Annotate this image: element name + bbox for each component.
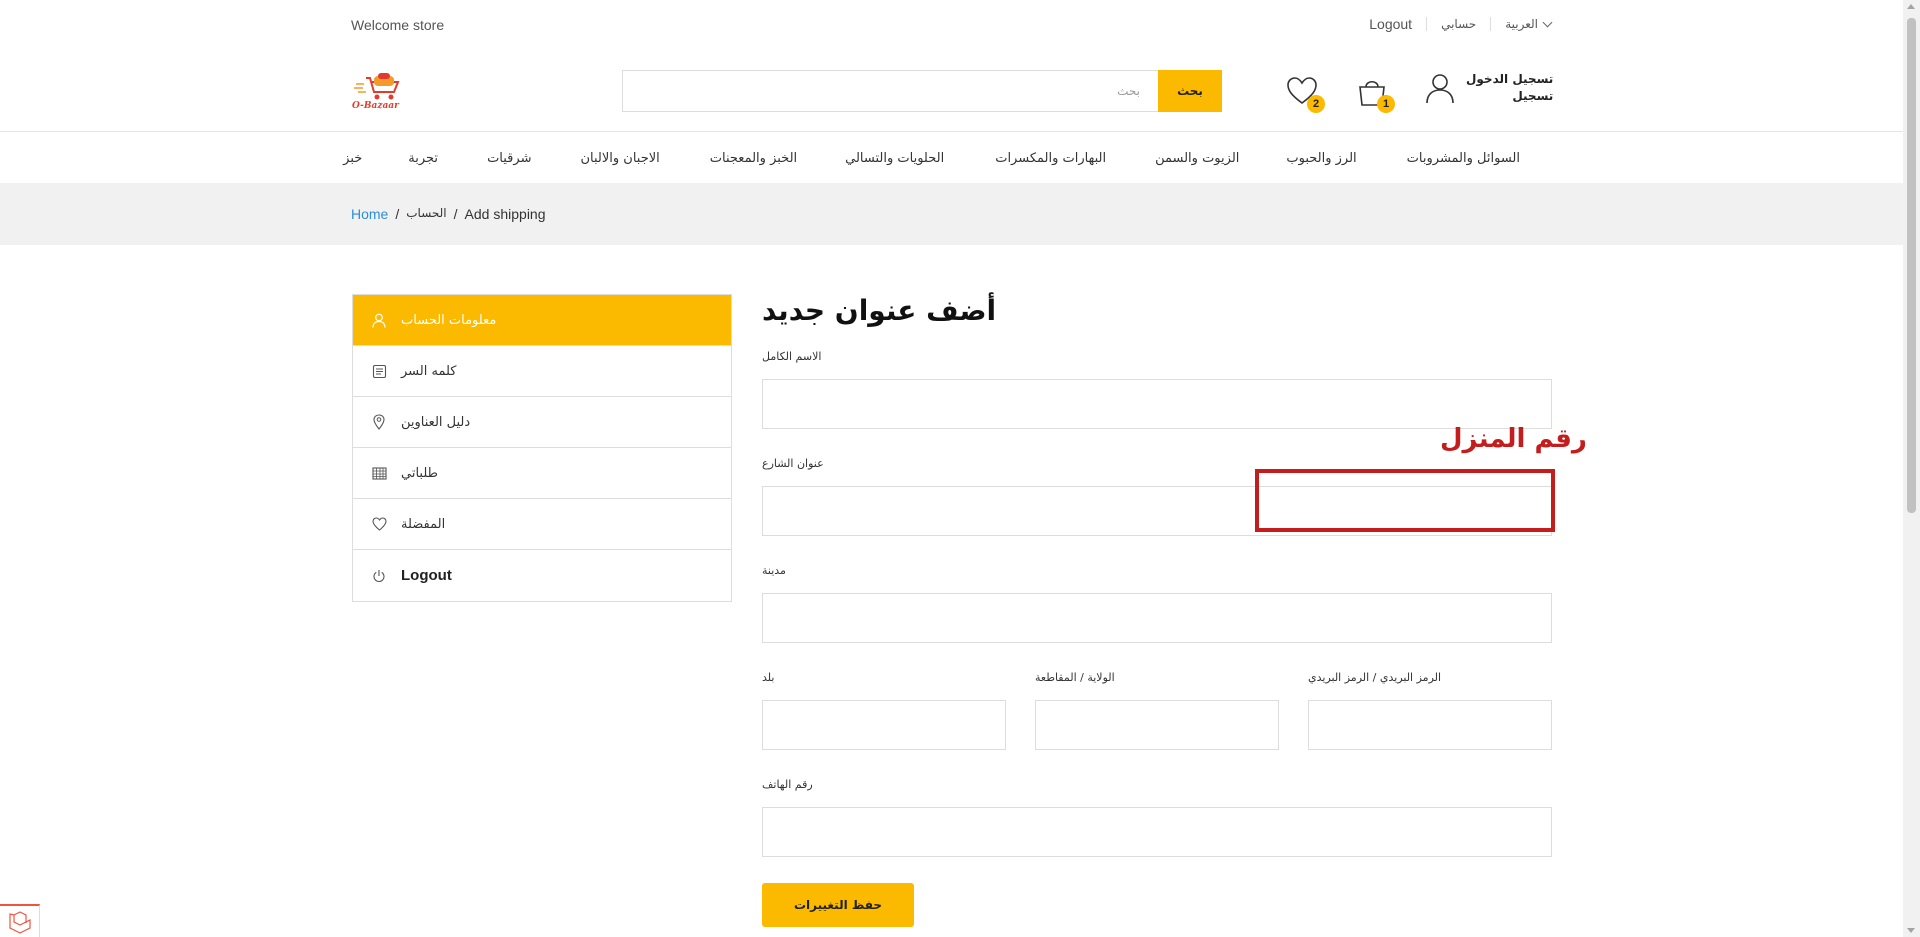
calendar-icon bbox=[371, 465, 387, 481]
user-icon bbox=[371, 312, 387, 328]
sidebar-item-password[interactable]: كلمه السر bbox=[353, 346, 731, 397]
debugbar-toggle[interactable] bbox=[0, 904, 40, 937]
full-name-label: الاسم الكامل bbox=[762, 350, 822, 363]
divider bbox=[1490, 17, 1492, 31]
nav-item-sweets[interactable]: الحلويات والتسالي bbox=[845, 151, 944, 166]
heart-icon bbox=[371, 516, 387, 532]
sidebar-item-orders[interactable]: طلباتي bbox=[353, 448, 731, 499]
user-icon bbox=[1426, 74, 1454, 104]
breadcrumb-separator: / bbox=[453, 206, 458, 222]
sidebar-item-label: طلباتي bbox=[401, 465, 438, 481]
nav-item-spices[interactable]: البهارات والمكسرات bbox=[995, 151, 1106, 166]
nav-item-dairy[interactable]: الاجبان والالبان bbox=[580, 151, 659, 166]
header: O-Bazaar بحث 2 1 تسجيل الدخول تسجيل bbox=[0, 50, 1903, 132]
breadcrumb-separator: / bbox=[395, 206, 400, 222]
language-selector[interactable]: العربية bbox=[1505, 17, 1553, 31]
nav-item-oils[interactable]: الزيوت والسمن bbox=[1155, 151, 1239, 166]
street-address-label: عنوان الشارع bbox=[762, 457, 824, 470]
breadcrumb-current: Add shipping bbox=[464, 206, 546, 222]
welcome-text: Welcome store bbox=[351, 17, 445, 33]
breadcrumb-bar: Home / الحساب / Add shipping bbox=[0, 183, 1903, 245]
sidebar-item-label: كلمه السر bbox=[401, 363, 457, 379]
sidebar-item-wishlist[interactable]: المفضلة bbox=[353, 499, 731, 550]
save-changes-button[interactable]: حفظ التغييرات bbox=[762, 883, 914, 927]
country-label: بلد bbox=[762, 671, 775, 684]
sidebar-item-label: دليل العناوين bbox=[401, 414, 471, 430]
register-link[interactable]: تسجيل bbox=[1466, 88, 1553, 105]
login-link[interactable]: تسجيل الدخول bbox=[1466, 71, 1553, 88]
svg-text:O-Bazaar: O-Bazaar bbox=[352, 101, 400, 110]
sidebar-item-label: معلومات الحساب bbox=[401, 312, 497, 328]
page-title: أضف عنوان جديد bbox=[762, 294, 997, 327]
zip-field[interactable] bbox=[1308, 700, 1552, 750]
account-links: تسجيل الدخول تسجيل bbox=[1466, 71, 1553, 105]
wishlist-count-badge: 2 bbox=[1307, 95, 1325, 113]
scroll-up-arrow-icon[interactable] bbox=[1907, 4, 1915, 9]
cart-button[interactable]: 1 bbox=[1355, 75, 1395, 113]
power-icon bbox=[371, 568, 387, 584]
search-bar: بحث bbox=[622, 70, 1222, 112]
sidebar-item-account-info[interactable]: معلومات الحساب bbox=[353, 295, 731, 346]
topbar-logout-link[interactable]: Logout bbox=[1369, 16, 1412, 32]
full-name-field[interactable] bbox=[762, 379, 1552, 429]
sidebar-item-label: المفضلة bbox=[401, 516, 446, 532]
zip-label: الرمز البريدي / الرمز البريدي bbox=[1308, 671, 1442, 684]
main-nav: السوائل والمشروبات الرز والحبوب الزيوت و… bbox=[0, 133, 1903, 183]
map-pin-icon bbox=[371, 414, 387, 430]
laravel-icon bbox=[9, 911, 31, 934]
sidebar-item-logout[interactable]: Logout bbox=[353, 550, 731, 601]
scroll-down-arrow-icon[interactable] bbox=[1907, 928, 1915, 933]
breadcrumb: Home / الحساب / Add shipping bbox=[351, 206, 546, 222]
city-label: مدينة bbox=[762, 564, 786, 577]
sidebar-item-address-book[interactable]: دليل العناوين bbox=[353, 397, 731, 448]
search-input[interactable] bbox=[622, 70, 1158, 112]
scrollbar-thumb[interactable] bbox=[1907, 18, 1916, 513]
nav-items: السوائل والمشروبات الرز والحبوب الزيوت و… bbox=[343, 133, 1520, 183]
add-address-form: أضف عنوان جديد الاسم الكامل عنوان الشارع… bbox=[762, 294, 1552, 934]
search-button[interactable]: بحث bbox=[1158, 70, 1222, 112]
nav-item-oriental[interactable]: شرقيات bbox=[487, 151, 531, 166]
state-field[interactable] bbox=[1035, 700, 1279, 750]
city-field[interactable] bbox=[762, 593, 1552, 643]
annotation-label: رقم المنزل bbox=[1440, 424, 1587, 454]
annotation-box bbox=[1255, 469, 1555, 532]
cart-count-badge: 1 bbox=[1377, 95, 1395, 113]
breadcrumb-home[interactable]: Home bbox=[351, 206, 388, 222]
my-account-link[interactable]: حسابي bbox=[1441, 17, 1476, 31]
chevron-down-icon bbox=[1542, 17, 1553, 27]
breadcrumb-account[interactable]: الحساب bbox=[406, 206, 446, 222]
topbar: Welcome store Logout حسابي العربية bbox=[0, 0, 1903, 50]
page-scrollbar[interactable] bbox=[1903, 0, 1920, 937]
document-icon bbox=[371, 363, 387, 379]
account-area[interactable]: تسجيل الدخول تسجيل bbox=[1424, 71, 1553, 105]
language-label: العربية bbox=[1505, 17, 1538, 31]
cart-logo-icon: O-Bazaar bbox=[352, 73, 400, 111]
nav-item-bread-pastries[interactable]: الخبز والمعجنات bbox=[710, 151, 797, 166]
nav-item-test[interactable]: تجربة bbox=[408, 151, 438, 166]
site-logo[interactable]: O-Bazaar bbox=[350, 70, 404, 111]
phone-field[interactable] bbox=[762, 807, 1552, 857]
state-label: الولاية / المقاطعة bbox=[1035, 671, 1115, 684]
topbar-links: Logout حسابي العربية bbox=[1369, 16, 1553, 32]
nav-item-rice[interactable]: الرز والحبوب bbox=[1286, 151, 1356, 166]
wishlist-button[interactable]: 2 bbox=[1285, 75, 1325, 113]
account-sidebar: معلومات الحساب كلمه السر دليل العناوين ط… bbox=[352, 294, 732, 602]
divider bbox=[1426, 17, 1428, 31]
sidebar-item-label: Logout bbox=[401, 567, 452, 584]
nav-item-liquids[interactable]: السوائل والمشروبات bbox=[1407, 151, 1520, 166]
phone-label: رقم الهاتف bbox=[762, 778, 813, 791]
country-field[interactable] bbox=[762, 700, 1006, 750]
nav-item-bread[interactable]: خبز bbox=[343, 151, 362, 166]
